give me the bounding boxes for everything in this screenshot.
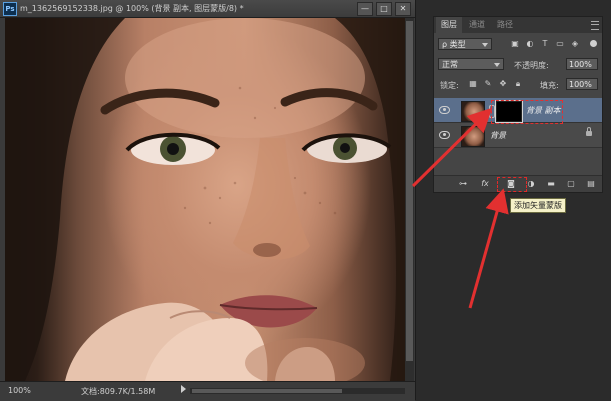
layer-lock-icon — [586, 127, 592, 136]
filter-type-dropdown[interactable]: ρ 类型 — [438, 38, 492, 50]
status-menu-arrow-icon[interactable] — [181, 385, 186, 393]
blend-row: 正常 不透明度: 100% — [434, 58, 602, 72]
lock-transparent-icon[interactable]: ▦ — [468, 79, 478, 89]
opacity-value: 100% — [569, 60, 592, 69]
blend-mode-dropdown[interactable]: 正常 — [438, 58, 504, 70]
blend-mode-label: 正常 — [442, 60, 458, 69]
image-canvas[interactable] — [5, 18, 405, 381]
chevron-down-icon — [494, 63, 500, 67]
tab-layers[interactable]: 图层 — [436, 17, 462, 33]
shape-filter-icon[interactable]: ▭ — [555, 39, 565, 49]
lock-position-icon[interactable]: ✥ — [498, 79, 508, 89]
adjustment-filter-icon[interactable]: ◐ — [525, 39, 535, 49]
status-bar: 100% 文档:809.7K/1.58M — [0, 381, 415, 401]
opacity-label: 不透明度: — [514, 61, 549, 70]
document-titlebar[interactable]: Ps m_1362569152338.jpg @ 100% (背景 副本, 图层… — [0, 0, 415, 18]
image-filter-icon[interactable]: ▣ — [510, 39, 520, 49]
panel-menu-icon[interactable] — [591, 21, 599, 30]
document-window: Ps m_1362569152338.jpg @ 100% (背景 副本, 图层… — [0, 0, 416, 401]
trash-icon[interactable]: ▤ — [586, 179, 596, 189]
group-icon[interactable]: ▬ — [546, 179, 556, 189]
close-button[interactable]: ✕ — [395, 2, 411, 16]
lock-label: 锁定: — [440, 81, 459, 90]
horizontal-scrollbar[interactable] — [190, 388, 405, 394]
lock-all-icon[interactable]: 🔒︎ — [513, 79, 523, 89]
fill-label: 填充: — [540, 81, 559, 90]
lock-row: 锁定: ▦ ✎ ✥ 🔒︎ 填充: 100% — [434, 78, 602, 92]
smart-object-filter-icon[interactable]: ◈ — [570, 39, 580, 49]
layer-name[interactable]: 背景 — [490, 130, 506, 141]
tooltip: 添加矢量蒙版 — [510, 198, 566, 213]
visibility-eye-icon[interactable] — [439, 131, 450, 139]
layer-thumbnail[interactable] — [461, 101, 485, 122]
tab-channels[interactable]: 通道 — [464, 17, 490, 33]
maximize-button[interactable]: □ — [376, 2, 392, 16]
filter-type-label: ρ 类型 — [442, 40, 466, 49]
fx-icon[interactable]: fx — [480, 179, 490, 189]
vertical-scrollbar[interactable] — [405, 18, 414, 381]
lock-pixels-icon[interactable]: ✎ — [483, 79, 493, 89]
filter-toggle-icon[interactable] — [590, 40, 597, 47]
highlight-box — [497, 177, 527, 192]
minimize-button[interactable]: — — [357, 2, 373, 16]
portrait-photo — [5, 18, 405, 381]
visibility-eye-icon[interactable] — [439, 106, 450, 114]
panel-tabs: 图层 通道 路径 — [434, 17, 602, 33]
fill-field[interactable]: 100% — [566, 78, 598, 90]
zoom-level[interactable]: 100% — [8, 386, 31, 395]
layer-highlight-box — [491, 100, 563, 124]
layer-thumbnail[interactable] — [461, 126, 485, 147]
panel-footer: ⊶ fx ◙ ◑ ▬ ▢ ▤ — [434, 175, 602, 192]
document-title: m_1362569152338.jpg @ 100% (背景 副本, 图层蒙版/… — [20, 4, 244, 13]
photoshop-logo: Ps — [3, 2, 17, 16]
type-filter-icon[interactable]: T — [540, 39, 550, 49]
opacity-field[interactable]: 100% — [566, 58, 598, 70]
adjustment-layer-icon[interactable]: ◑ — [526, 179, 536, 189]
fill-value: 100% — [569, 80, 592, 89]
tab-paths[interactable]: 路径 — [492, 17, 518, 33]
link-icon[interactable]: ⊶ — [458, 179, 468, 189]
document-size: 文档:809.7K/1.58M — [81, 387, 156, 396]
chevron-down-icon — [482, 43, 488, 47]
filter-row: ρ 类型 ▣ ◐ T ▭ ◈ — [434, 38, 602, 52]
layer-row-background[interactable]: 背景 — [434, 123, 602, 148]
new-layer-icon[interactable]: ▢ — [566, 179, 576, 189]
annotation-arrow-to-mask-button — [468, 188, 509, 309]
